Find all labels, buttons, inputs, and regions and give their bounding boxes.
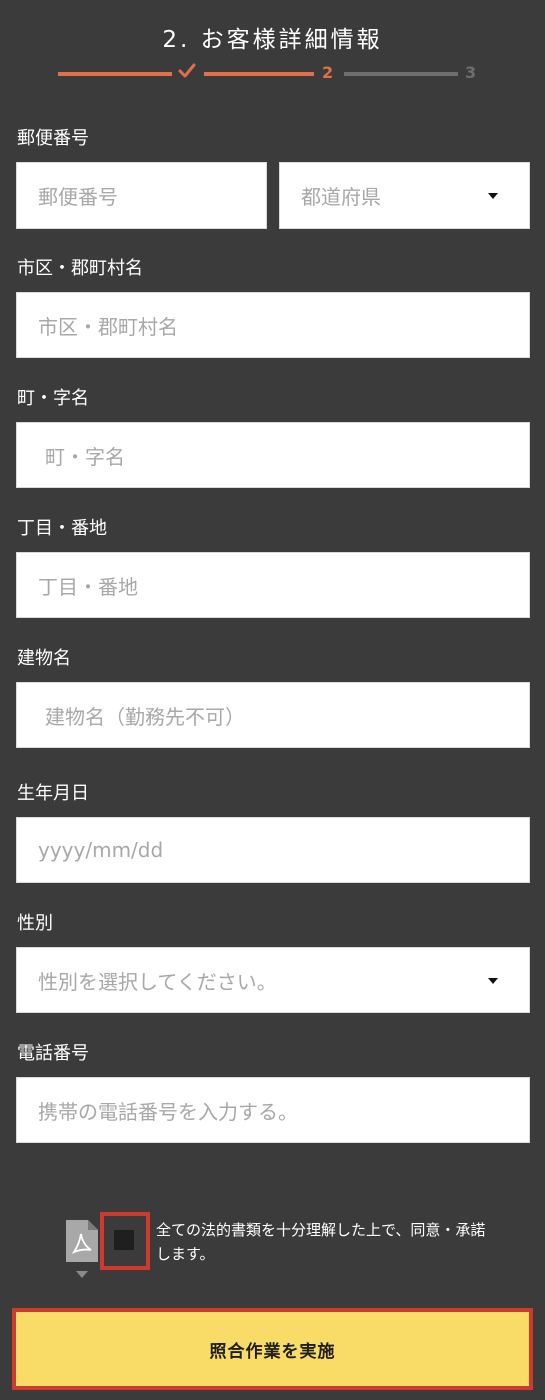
submit-button[interactable]: 照合作業を実施 [12, 1308, 533, 1390]
building-label: 建物名 [17, 648, 71, 669]
building-input[interactable]: 建物名（勤務先不可） [16, 682, 530, 748]
birthdate-placeholder: yyyy/mm/dd [38, 838, 164, 862]
chevron-down-icon [488, 978, 498, 984]
city-input[interactable]: 市区・郡町村名 [16, 292, 530, 358]
check-icon [178, 63, 196, 78]
page-title: 2. お客様詳細情報 [162, 27, 383, 53]
address-input[interactable]: 丁目・番地 [16, 552, 530, 618]
gender-select[interactable]: 性別を選択してください。 [16, 947, 530, 1013]
birthdate-label: 生年月日 [17, 783, 89, 804]
chevron-down-icon [488, 193, 498, 199]
postal-code-label: 郵便番号 [17, 128, 89, 149]
step-3-bar [344, 72, 458, 76]
phone-label: 電話番号 [17, 1043, 89, 1064]
phone-input[interactable]: 携帯の電話番号を入力する。 [16, 1077, 530, 1143]
step-1-bar [58, 72, 172, 76]
address-placeholder: 丁目・番地 [38, 574, 138, 599]
pdf-icon[interactable] [66, 1220, 98, 1262]
step-2-bar [204, 72, 314, 76]
city-label: 市区・郡町村名 [17, 258, 143, 279]
city-placeholder: 市区・郡町村名 [38, 314, 178, 339]
customer-details-page: 2. お客様詳細情報 2 3 郵便番号 郵便番号 都道府県 市区・郡町村名 市区… [0, 0, 545, 1400]
agree-text: 全ての法的書類を十分理解した上で、同意・承諾します。 [156, 1221, 486, 1263]
birthdate-input[interactable]: yyyy/mm/dd [16, 817, 530, 883]
step-2-number: 2 [322, 63, 334, 82]
prefecture-select[interactable]: 都道府県 [279, 162, 530, 229]
town-label: 町・字名 [17, 388, 89, 409]
agree-checkbox[interactable] [114, 1230, 134, 1250]
step-3-number: 3 [465, 63, 477, 82]
prefecture-placeholder: 都道府県 [301, 185, 381, 209]
gender-label: 性別 [17, 913, 53, 934]
postal-code-input[interactable]: 郵便番号 [16, 162, 267, 229]
town-placeholder: 町・字名 [45, 444, 125, 469]
caret-down-icon[interactable] [76, 1271, 88, 1278]
address-label: 丁目・番地 [17, 518, 107, 539]
phone-placeholder: 携帯の電話番号を入力する。 [38, 1099, 298, 1124]
postal-code-placeholder: 郵便番号 [38, 185, 118, 209]
building-placeholder: 建物名（勤務先不可） [45, 704, 245, 729]
gender-placeholder: 性別を選択してください。 [38, 969, 277, 994]
town-input[interactable]: 町・字名 [16, 422, 530, 488]
